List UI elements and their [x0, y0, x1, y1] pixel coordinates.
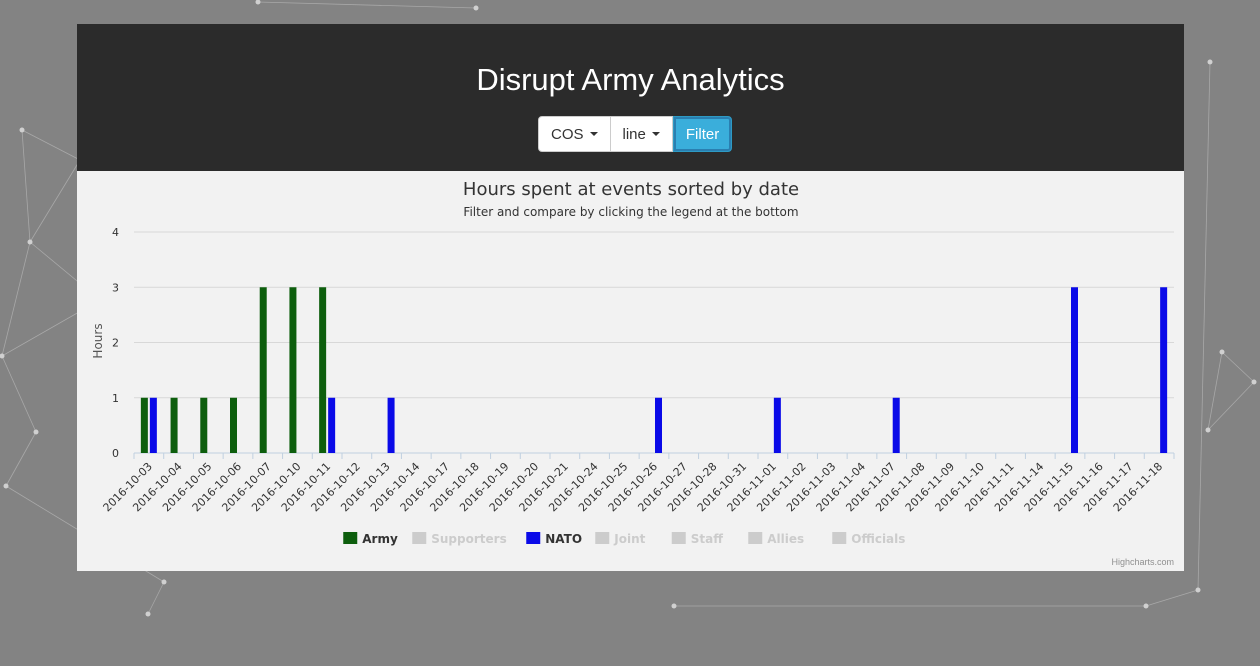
legend-label: Allies: [767, 532, 804, 546]
network-node: [1143, 603, 1149, 609]
legend-swatch: [526, 532, 541, 544]
legend-item-supporters[interactable]: Supporters: [412, 532, 507, 546]
y-tick-label: 0: [112, 447, 119, 460]
legend-swatch: [343, 532, 358, 544]
network-line: [5, 431, 37, 487]
bar-army[interactable]: [319, 287, 327, 453]
caret-down-icon: [589, 132, 598, 136]
chart-container: Hours spent at events sorted by date Fil…: [77, 171, 1184, 571]
chart-subtitle: Filter and compare by clicking the legen…: [463, 205, 798, 219]
category-dropdown[interactable]: COS: [538, 116, 611, 152]
legend-item-staff[interactable]: Staff: [671, 532, 723, 546]
legend-label: Army: [362, 532, 398, 546]
legend-item-joint[interactable]: Joint: [595, 532, 646, 546]
legend-item-army[interactable]: Army: [343, 532, 398, 546]
network-node: [161, 579, 167, 585]
network-node: [473, 5, 479, 11]
network-node: [0, 353, 5, 359]
bar-army[interactable]: [140, 397, 148, 453]
network-line: [1145, 589, 1199, 607]
network-node: [1207, 59, 1213, 65]
bar-nato[interactable]: [328, 397, 336, 453]
bar-nato[interactable]: [1160, 287, 1168, 453]
page-title: Disrupt Army Analytics: [476, 62, 785, 97]
y-tick-label: 1: [112, 392, 119, 405]
network-node: [1205, 427, 1211, 433]
bar-nato[interactable]: [655, 397, 662, 453]
legend-swatch: [595, 532, 610, 544]
network-node: [27, 239, 33, 245]
network-node: [671, 603, 677, 609]
network-line: [1, 355, 37, 433]
bar-nato[interactable]: [387, 397, 395, 453]
network-line: [1221, 351, 1255, 383]
legend-item-allies[interactable]: Allies: [748, 532, 804, 546]
bar-army[interactable]: [289, 287, 297, 453]
filter-button[interactable]: Filter: [672, 116, 733, 152]
network-line: [21, 129, 31, 243]
network-line: [1207, 351, 1223, 431]
network-node: [1195, 587, 1201, 593]
network-line: [29, 159, 81, 243]
legend-item-nato[interactable]: NATO: [526, 532, 582, 546]
bar-nato[interactable]: [149, 397, 157, 453]
bar-army[interactable]: [170, 397, 178, 453]
chart-title: Hours spent at events sorted by date: [463, 179, 799, 200]
network-node: [1251, 379, 1257, 385]
network-node: [255, 0, 261, 5]
category-dropdown-label: COS: [551, 125, 584, 143]
network-line: [147, 581, 165, 615]
network-node: [1219, 349, 1225, 355]
network-node: [19, 127, 25, 133]
legend-label: Officials: [851, 532, 905, 546]
y-tick-label: 3: [112, 281, 119, 294]
legend-label: Supporters: [431, 532, 506, 546]
network-line: [257, 1, 477, 9]
network-node: [33, 429, 39, 435]
network-line: [21, 129, 81, 161]
legend-swatch: [832, 532, 847, 544]
y-tick-label: 2: [112, 337, 119, 350]
network-line: [1, 241, 31, 357]
network-node: [145, 611, 151, 617]
legend-label: NATO: [545, 532, 582, 546]
legend-swatch: [412, 532, 427, 544]
legend: Army Supporters NATO Joint Staff Allies Offici…: [343, 532, 905, 546]
bar-army[interactable]: [230, 397, 237, 453]
bar-nato[interactable]: [1071, 287, 1078, 453]
bar-nato[interactable]: [773, 397, 781, 453]
chart-type-dropdown-label: line: [622, 125, 646, 143]
credits-link[interactable]: Highcharts.com: [1111, 557, 1174, 567]
legend-swatch: [748, 532, 763, 544]
legend-swatch: [671, 532, 686, 544]
network-line: [1197, 61, 1211, 591]
bar-nato[interactable]: [892, 397, 900, 453]
network-line: [1207, 381, 1255, 431]
caret-down-icon: [651, 132, 660, 136]
bar-chart: Hours spent at events sorted by date Fil…: [91, 179, 1175, 546]
chart-type-dropdown[interactable]: line: [610, 116, 673, 152]
legend-label: Staff: [691, 532, 723, 546]
legend-label: Joint: [613, 532, 645, 546]
bar-army[interactable]: [259, 287, 267, 453]
y-tick-label: 4: [112, 226, 119, 239]
network-node: [3, 483, 9, 489]
bar-army[interactable]: [200, 397, 208, 453]
plot-area: 012342016-10-032016-10-042016-10-052016-…: [101, 226, 1175, 514]
y-axis-title: Hours: [91, 323, 105, 358]
header-panel: Disrupt Army Analytics COS line Filter: [77, 24, 1184, 171]
filter-controls: COS line Filter: [538, 116, 733, 152]
legend-item-officials[interactable]: Officials: [832, 532, 905, 546]
